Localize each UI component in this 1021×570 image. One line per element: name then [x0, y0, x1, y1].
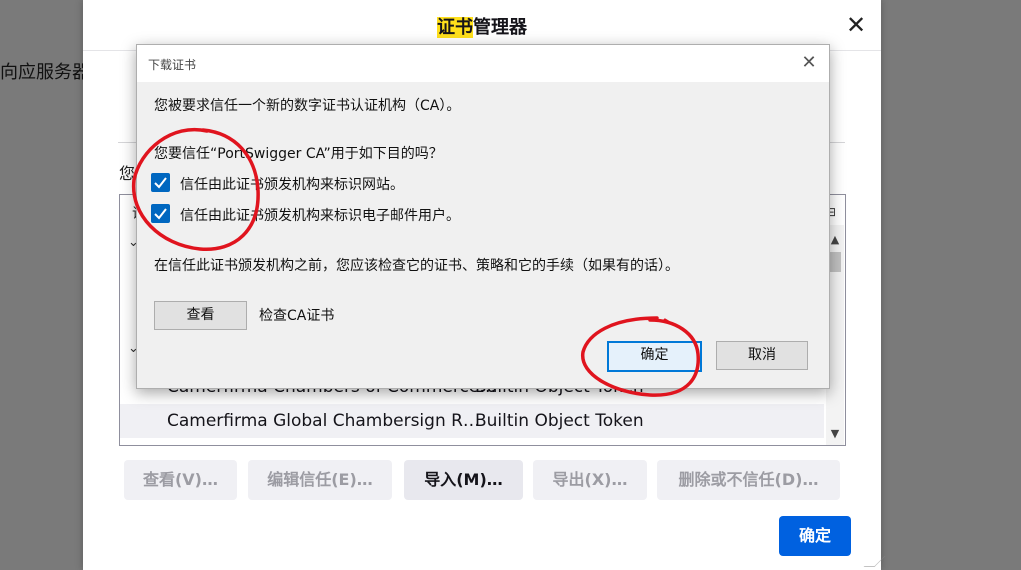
close-icon[interactable]: ✕: [797, 51, 821, 75]
manager-ok-button[interactable]: 确定: [779, 516, 851, 556]
scroll-up-icon[interactable]: ▲: [829, 233, 841, 246]
trust-email-checkbox[interactable]: [151, 204, 170, 223]
table-row[interactable]: Camerfirma Global Chambersign R… Builtin…: [120, 404, 824, 438]
dialog-question: 您要信任“PortSwigger CA”用于如下目的吗？: [154, 146, 443, 162]
title-highlight: 证书: [437, 17, 473, 38]
dialog-intro: 您被要求信任一个新的数字证书认证机构（CA）。: [154, 98, 461, 114]
dialog-title: 下载证书: [148, 58, 197, 72]
scrollbar-thumb[interactable]: [829, 252, 841, 272]
dialog-ok-button[interactable]: 确定: [607, 341, 702, 372]
manager-title: 证书管理器: [83, 13, 881, 39]
dialog-advice: 在信任此证书颁发机构之前，您应该检查它的证书、策略和它的手续（如果有的话）。: [154, 258, 679, 274]
cert-token: Builtin Object Token: [475, 411, 644, 431]
check-icon: [154, 208, 167, 220]
delete-distrust-button[interactable]: 删除或不信任(D)…: [657, 460, 840, 500]
trust-websites-checkbox[interactable]: [151, 173, 170, 192]
trust-websites-label[interactable]: 信任由此证书颁发机构来标识网站。: [180, 174, 404, 194]
trust-email-label[interactable]: 信任由此证书颁发机构来标识电子邮件用户。: [180, 205, 460, 225]
download-certificate-dialog: 下载证书 ✕ 您被要求信任一个新的数字证书认证机构（CA）。 您要信任“Port…: [136, 44, 830, 389]
tree-label: 您: [119, 164, 136, 183]
resize-grip-icon[interactable]: [863, 556, 886, 567]
dialog-cancel-button[interactable]: 取消: [716, 341, 808, 370]
check-icon: [154, 177, 167, 189]
edit-trust-button[interactable]: 编辑信任(E)…: [248, 460, 392, 500]
close-icon[interactable]: ✕: [843, 12, 869, 38]
view-ca-button[interactable]: 查看: [154, 301, 247, 330]
cert-name: Camerfirma Global Chambersign R…: [167, 411, 480, 431]
view-button[interactable]: 查看(V)…: [124, 460, 237, 500]
title-rest: 管理器: [473, 17, 527, 38]
view-ca-caption: 检查CA证书: [259, 308, 335, 324]
dialog-titlebar: 下载证书 ✕: [137, 45, 829, 82]
import-button[interactable]: 导入(M)…: [404, 460, 523, 500]
export-button[interactable]: 导出(X)…: [533, 460, 647, 500]
scroll-down-icon[interactable]: ▼: [829, 427, 841, 440]
